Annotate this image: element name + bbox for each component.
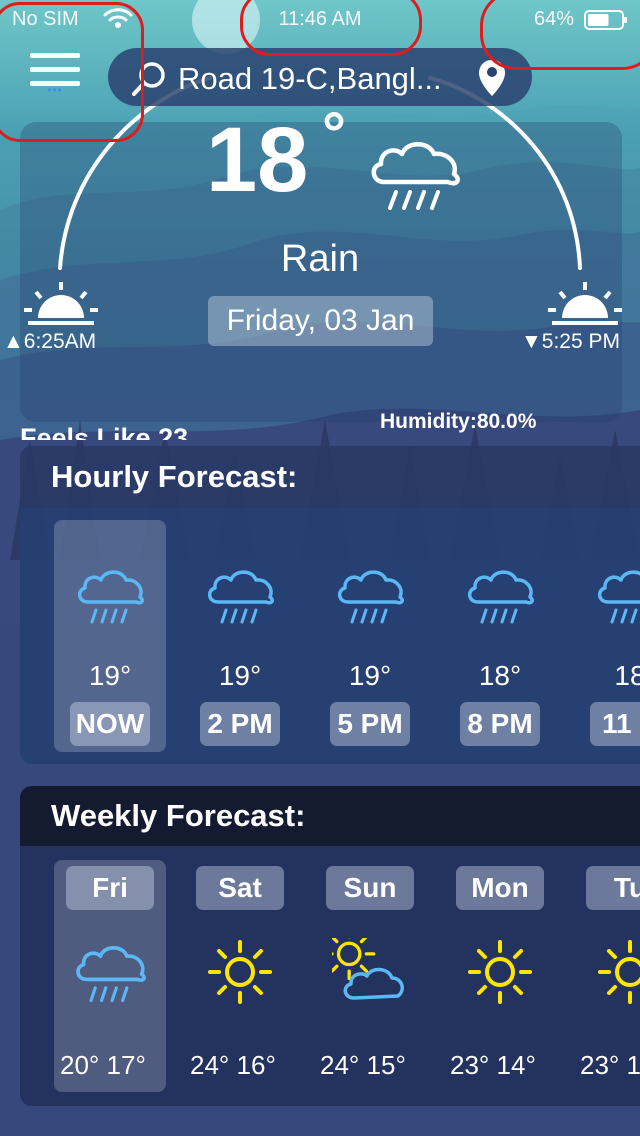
hourly-item[interactable]: 19° 5 PM bbox=[314, 520, 426, 752]
sunset-time: ▼5:25 PM bbox=[521, 330, 620, 354]
sunset-icon bbox=[548, 282, 622, 325]
hourly-item[interactable]: 18 11 P bbox=[574, 520, 640, 752]
current-date: Friday, 03 Jan bbox=[208, 296, 433, 346]
hourly-temp: 18° bbox=[478, 660, 522, 691]
hourly-time-label: 11 P bbox=[590, 702, 640, 746]
sun-icon bbox=[598, 940, 640, 1004]
location-search-bar[interactable]: Road 19-C,Bangl... bbox=[108, 48, 532, 106]
hamburger-menu-bar bbox=[30, 67, 80, 72]
day-label: Sun bbox=[326, 866, 414, 910]
hourly-forecast-list[interactable]: 19° NOW 19° 2 PM 19° 5 PM 18° 8 PM 18 11… bbox=[20, 508, 640, 764]
up-arrow-icon: ▲ bbox=[3, 330, 24, 353]
hourly-item[interactable]: 18° 8 PM bbox=[444, 520, 556, 752]
sun-icon bbox=[208, 940, 272, 1004]
menu-button[interactable]: ••• bbox=[30, 53, 80, 99]
sunrise-icon bbox=[24, 282, 98, 325]
partly-cloudy-icon bbox=[332, 938, 404, 1000]
day-label: Sat bbox=[196, 866, 284, 910]
weekly-forecast-title: Weekly Forecast: bbox=[20, 786, 640, 846]
hamburger-menu-icon bbox=[30, 53, 80, 58]
rain-cloud-icon bbox=[77, 570, 145, 624]
location-text[interactable]: Road 19-C,Bangl... bbox=[178, 61, 442, 97]
battery-icon bbox=[584, 10, 627, 30]
hourly-item[interactable]: 19° NOW bbox=[54, 520, 166, 752]
menu-dots-icon: ••• bbox=[47, 83, 63, 97]
daily-temps: 24° 15° bbox=[320, 1050, 406, 1080]
weather-condition: Rain bbox=[280, 238, 360, 280]
hourly-temp: 18 bbox=[614, 660, 640, 691]
hourly-forecast-title: Hourly Forecast: bbox=[20, 446, 640, 508]
hourly-time-label: 8 PM bbox=[460, 702, 540, 746]
rain-cloud-icon bbox=[337, 570, 405, 624]
hourly-time-label: 5 PM bbox=[330, 702, 410, 746]
rain-cloud-icon bbox=[76, 946, 146, 1003]
status-bar: No SIM 11:46 AM 64% bbox=[0, 0, 640, 40]
daily-temps: 24° 16° bbox=[190, 1050, 276, 1080]
hourly-time-label: NOW bbox=[70, 702, 150, 746]
daily-temps: 20° 17° bbox=[60, 1050, 146, 1080]
sun-icon bbox=[468, 940, 532, 1004]
daily-item[interactable]: Sun 24° 15° bbox=[314, 860, 426, 1092]
feels-like: Feels Like 23 bbox=[20, 423, 189, 440]
rain-cloud-icon bbox=[597, 570, 640, 624]
sunrise-time: ▲6:25AM bbox=[3, 330, 96, 354]
rain-cloud-icon bbox=[467, 570, 535, 624]
degree-symbol: ° bbox=[322, 100, 346, 167]
daily-item[interactable]: Tu 23° 1 bbox=[574, 860, 640, 1092]
search-icon[interactable] bbox=[130, 60, 168, 98]
hourly-forecast-panel: Hourly Forecast: 19° NOW 19° 2 PM 19° 5 … bbox=[20, 446, 640, 764]
daily-item[interactable]: Sat 24° 16° bbox=[184, 860, 296, 1092]
hourly-time-label: 2 PM bbox=[200, 702, 280, 746]
hourly-item[interactable]: 19° 2 PM bbox=[184, 520, 296, 752]
weekly-forecast-list[interactable]: Fri 20° 17° Sat 24° 16° Sun 24° 15° Mon … bbox=[20, 846, 640, 1106]
battery-percent: 64% bbox=[533, 8, 574, 30]
rain-cloud-icon bbox=[207, 570, 275, 624]
down-arrow-icon: ▼ bbox=[521, 330, 542, 353]
day-label: Fri bbox=[66, 866, 154, 910]
daily-temps: 23° 1 bbox=[580, 1050, 640, 1080]
daily-item[interactable]: Mon 23° 14° bbox=[444, 860, 556, 1092]
hourly-temp: 19° bbox=[88, 660, 132, 691]
daily-temps: 23° 14° bbox=[450, 1050, 536, 1080]
current-temperature: 18 bbox=[206, 109, 309, 211]
day-label: Tu bbox=[586, 866, 640, 910]
hourly-temp: 19° bbox=[218, 660, 262, 691]
sunset-label: 5:25 PM bbox=[541, 330, 621, 353]
day-label: Mon bbox=[456, 866, 544, 910]
weekly-forecast-panel: Weekly Forecast: Fri 20° 17° Sat 24° 16°… bbox=[20, 786, 640, 1106]
sunrise-label: 6:25AM bbox=[23, 330, 97, 353]
location-pin-icon[interactable] bbox=[478, 59, 506, 97]
rain-cloud-icon bbox=[371, 142, 460, 210]
humidity: Humidity:80.0% bbox=[380, 410, 537, 433]
daily-item[interactable]: Fri 20° 17° bbox=[54, 860, 166, 1092]
hourly-temp: 19° bbox=[348, 660, 392, 691]
